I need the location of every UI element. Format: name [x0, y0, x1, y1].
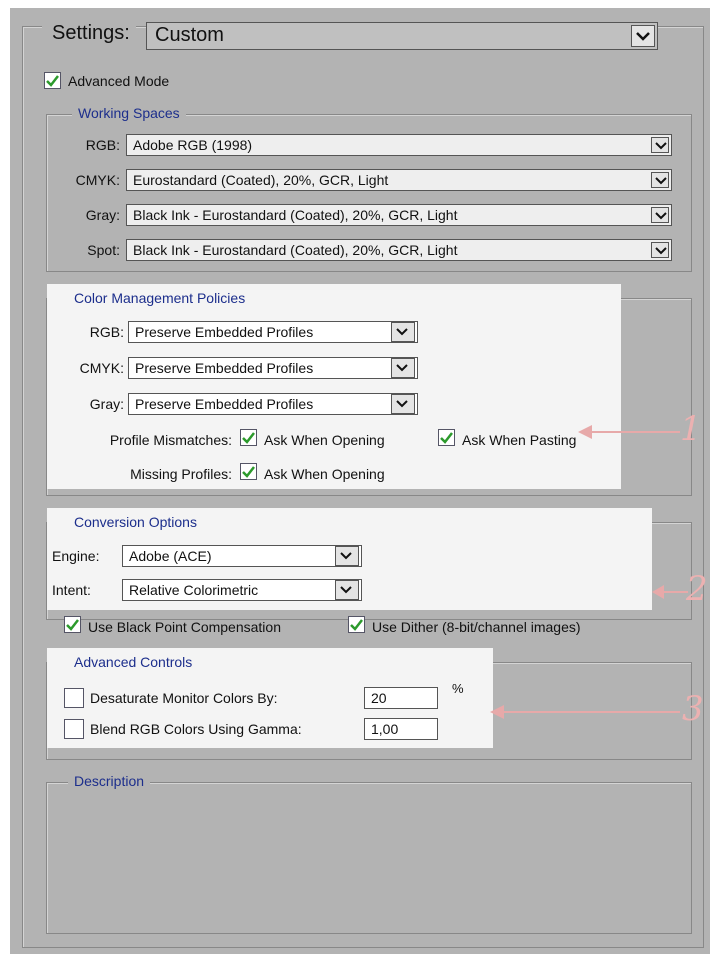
profile-mismatches-label: Profile Mismatches: — [109, 432, 232, 448]
policy-cmyk-label: CMYK: — [79, 360, 124, 376]
annotation-arrow-3 — [502, 711, 680, 713]
conversion-title: Conversion Options — [68, 514, 203, 530]
blend-input[interactable]: 1,00 — [364, 718, 438, 740]
ws-rgb-select[interactable]: Adobe RGB (1998) — [126, 134, 672, 156]
ws-cmyk-select[interactable]: Eurostandard (Coated), 20%, GCR, Light — [126, 169, 672, 191]
color-settings-panel: Settings: Custom Advanced Mode Working S… — [10, 8, 710, 954]
chevron-down-icon[interactable] — [335, 546, 359, 566]
chevron-down-icon[interactable] — [651, 172, 669, 188]
missing-ask-opening-label: Ask When Opening — [264, 466, 385, 482]
desaturate-label: Desaturate Monitor Colors By: — [90, 690, 278, 706]
check-icon — [46, 75, 59, 87]
annotation-arrowhead-3 — [490, 705, 504, 719]
blend-label: Blend RGB Colors Using Gamma: — [90, 721, 302, 737]
annotation-number-2: 2 — [686, 569, 708, 609]
advanced-mode-label: Advanced Mode — [68, 73, 170, 89]
policy-gray-select[interactable]: Preserve Embedded Profiles — [128, 393, 418, 415]
chevron-down-icon[interactable] — [631, 25, 655, 47]
annotation-arrowhead-2 — [652, 585, 664, 599]
mismatch-ask-pasting-label: Ask When Pasting — [462, 432, 577, 448]
chevron-down-icon[interactable] — [651, 242, 669, 258]
black-point-label: Use Black Point Compensation — [88, 619, 281, 635]
description-title: Description — [68, 773, 151, 789]
settings-select[interactable]: Custom — [146, 22, 658, 50]
intent-label: Intent: — [52, 582, 91, 598]
policy-rgb-value: Preserve Embedded Profiles — [135, 324, 314, 340]
annotation-number-3: 3 — [682, 689, 704, 729]
policies-highlight — [47, 284, 621, 489]
ws-spot-select[interactable]: Black Ink - Eurostandard (Coated), 20%, … — [126, 239, 672, 261]
check-icon — [242, 466, 255, 478]
description-group — [46, 782, 692, 934]
ws-cmyk-value: Eurostandard (Coated), 20%, GCR, Light — [133, 172, 389, 188]
check-icon — [66, 619, 79, 631]
check-icon — [350, 619, 363, 631]
ws-spot-label: Spot: — [87, 242, 120, 258]
chevron-down-icon[interactable] — [391, 358, 415, 378]
mismatch-ask-pasting-checkbox[interactable] — [438, 429, 455, 446]
policy-rgb-label: RGB: — [89, 324, 124, 340]
ws-gray-value: Black Ink - Eurostandard (Coated), 20%, … — [133, 207, 458, 223]
dither-label: Use Dither (8-bit/channel images) — [372, 619, 581, 635]
chevron-down-icon[interactable] — [391, 394, 415, 414]
ws-gray-select[interactable]: Black Ink - Eurostandard (Coated), 20%, … — [126, 204, 672, 226]
policy-gray-label: Gray: — [89, 396, 124, 412]
policy-cmyk-select[interactable]: Preserve Embedded Profiles — [128, 357, 418, 379]
ws-cmyk-label: CMYK: — [75, 172, 120, 188]
intent-value: Relative Colorimetric — [129, 582, 259, 598]
annotation-arrowhead-1 — [578, 425, 592, 439]
annotation-arrow-2 — [662, 591, 688, 593]
chevron-down-icon[interactable] — [651, 137, 669, 153]
desaturate-unit: % — [452, 681, 464, 696]
black-point-checkbox[interactable] — [64, 616, 81, 633]
mismatch-ask-opening-label: Ask When Opening — [264, 432, 385, 448]
ws-rgb-label: RGB: — [85, 137, 120, 153]
missing-ask-opening-checkbox[interactable] — [240, 463, 257, 480]
policy-gray-value: Preserve Embedded Profiles — [135, 396, 314, 412]
ws-spot-value: Black Ink - Eurostandard (Coated), 20%, … — [133, 242, 458, 258]
ws-rgb-value: Adobe RGB (1998) — [133, 137, 253, 153]
policy-rgb-select[interactable]: Preserve Embedded Profiles — [128, 321, 418, 343]
working-spaces-title: Working Spaces — [72, 105, 186, 121]
desaturate-input[interactable]: 20 — [364, 687, 438, 709]
intent-select[interactable]: Relative Colorimetric — [122, 579, 362, 601]
advanced-controls-title: Advanced Controls — [68, 654, 199, 670]
desaturate-checkbox[interactable] — [64, 688, 84, 708]
advanced-mode-checkbox[interactable] — [44, 72, 61, 89]
missing-profiles-label: Missing Profiles: — [130, 466, 232, 482]
engine-label: Engine: — [52, 548, 100, 564]
annotation-arrow-1 — [590, 431, 680, 433]
settings-select-value: Custom — [155, 24, 224, 46]
annotation-number-1: 1 — [680, 409, 702, 449]
policy-cmyk-value: Preserve Embedded Profiles — [135, 360, 314, 376]
dither-checkbox[interactable] — [348, 616, 365, 633]
check-icon — [440, 432, 453, 444]
engine-select[interactable]: Adobe (ACE) — [122, 545, 362, 567]
ws-gray-label: Gray: — [85, 207, 120, 223]
chevron-down-icon[interactable] — [391, 322, 415, 342]
engine-value: Adobe (ACE) — [129, 548, 212, 564]
mismatch-ask-opening-checkbox[interactable] — [240, 429, 257, 446]
settings-label: Settings: — [42, 21, 136, 45]
check-icon — [242, 432, 255, 444]
blend-checkbox[interactable] — [64, 719, 84, 739]
chevron-down-icon[interactable] — [651, 207, 669, 223]
chevron-down-icon[interactable] — [335, 580, 359, 600]
policies-title: Color Management Policies — [68, 290, 252, 306]
